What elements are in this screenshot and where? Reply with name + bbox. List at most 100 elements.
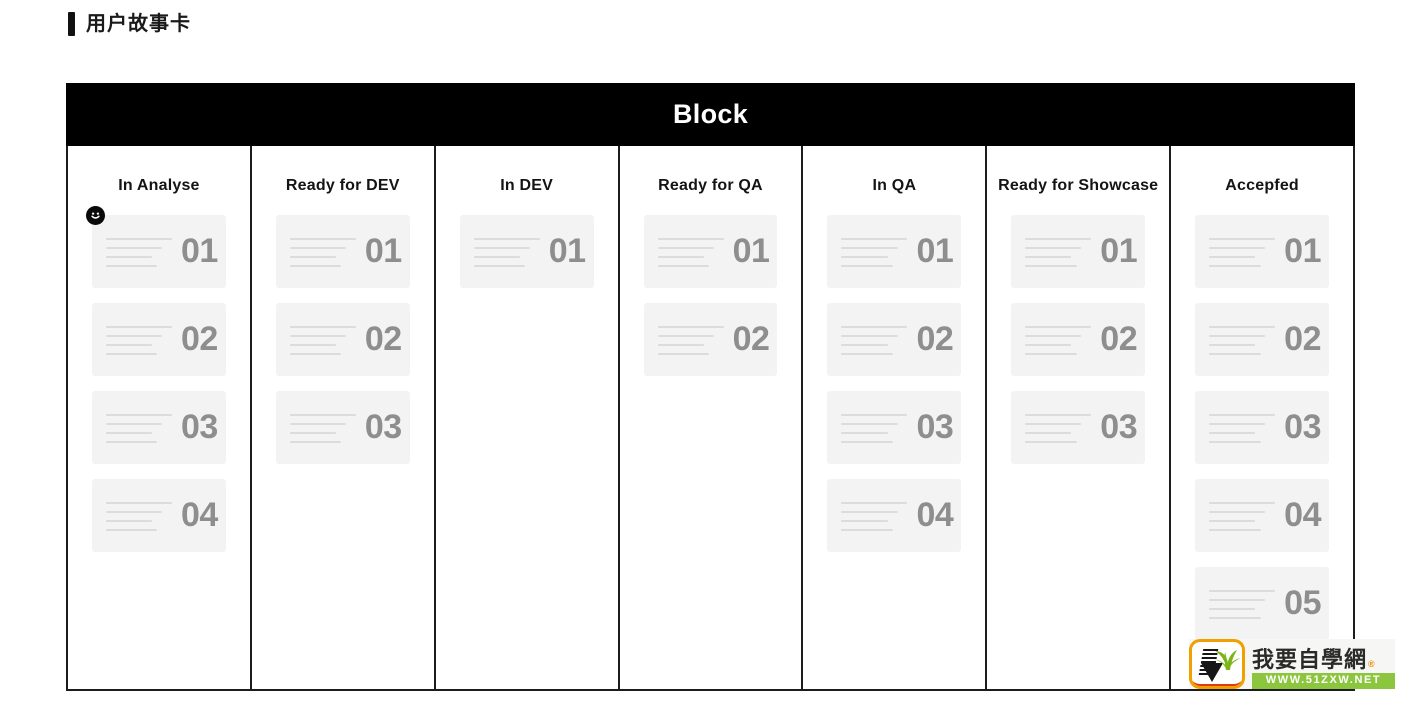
card-number: 03 xyxy=(1100,408,1138,447)
card-text-placeholder-lines xyxy=(106,236,172,267)
card-text-placeholder-lines xyxy=(1209,588,1276,619)
story-card[interactable]: 05 xyxy=(1195,566,1330,640)
card-text-placeholder-lines xyxy=(1025,236,1092,267)
card-text-placeholder-lines xyxy=(289,412,356,443)
card-stack: 01 02 xyxy=(620,214,802,376)
card-text-placeholder-lines xyxy=(1209,412,1276,443)
story-card[interactable]: 03 xyxy=(827,390,962,464)
plant-in-pot-logo-icon xyxy=(1189,639,1245,689)
card-number: 02 xyxy=(364,320,402,359)
card-text-placeholder-lines xyxy=(841,500,908,531)
watermark-brand-text: 我要自學網 xyxy=(1252,646,1368,672)
card-stack: 01 02 03 04 xyxy=(68,205,250,552)
card-number: 03 xyxy=(1284,408,1321,447)
board-header: Block xyxy=(66,83,1355,146)
story-card[interactable]: 01 xyxy=(643,214,778,288)
card-text-placeholder-lines xyxy=(841,324,908,355)
story-card[interactable]: 01 xyxy=(275,214,410,288)
card-number: 02 xyxy=(1284,320,1321,359)
card-text-placeholder-lines xyxy=(657,324,724,355)
card-number: 01 xyxy=(916,232,954,271)
card-number: 02 xyxy=(1100,320,1138,359)
card-text-placeholder-lines xyxy=(841,236,908,267)
story-card[interactable]: 02 xyxy=(827,302,962,376)
watermark-text-block: 我要自學網 ® WWW.51ZXW.NET xyxy=(1245,639,1395,689)
story-card[interactable]: 02 xyxy=(1195,302,1330,376)
board-column-ready-for-showcase[interactable]: Ready for Showcase 01 02 03 xyxy=(987,146,1172,689)
card-number: 01 xyxy=(181,232,218,271)
column-title: In DEV xyxy=(500,177,554,194)
card-number: 02 xyxy=(181,320,218,359)
card-number: 04 xyxy=(181,496,218,535)
story-card[interactable]: 02 xyxy=(1011,302,1146,376)
board-column-in-analyse[interactable]: In Analyse 01 02 03 04 xyxy=(68,146,252,689)
column-title: Ready for QA xyxy=(658,177,763,194)
story-card[interactable]: 03 xyxy=(1011,390,1146,464)
card-number: 04 xyxy=(916,496,954,535)
page-title: 用户故事卡 xyxy=(68,12,191,36)
card-text-placeholder-lines xyxy=(1209,236,1276,267)
watermark-url: WWW.51ZXW.NET xyxy=(1252,672,1395,689)
story-card[interactable]: 01 xyxy=(86,205,226,288)
card-stack: 01 02 03 xyxy=(252,214,434,464)
watermark-brand: 我要自學網 ® xyxy=(1252,648,1395,671)
story-card[interactable]: 04 xyxy=(92,478,226,552)
card-stack: 01 02 03 xyxy=(987,214,1169,464)
story-card[interactable]: 01 xyxy=(827,214,962,288)
card-text-placeholder-lines xyxy=(1209,324,1276,355)
board-columns: In Analyse 01 02 03 04 Ready for DEV 01 … xyxy=(68,146,1353,689)
card-text-placeholder-lines xyxy=(841,412,908,443)
card-text-placeholder-lines xyxy=(1025,324,1092,355)
board-column-in-qa[interactable]: In QA 01 02 03 04 xyxy=(803,146,988,689)
card-stack: 01 02 03 04 xyxy=(803,214,985,552)
story-card-board: Block In Analyse 01 02 03 04 Ready for D… xyxy=(66,83,1355,691)
card-text-placeholder-lines xyxy=(106,412,172,443)
story-card[interactable]: 04 xyxy=(1195,478,1330,552)
column-title: Accepfed xyxy=(1225,177,1299,194)
page-title-text: 用户故事卡 xyxy=(86,13,191,35)
card-number: 04 xyxy=(1284,496,1321,535)
card-number: 03 xyxy=(364,408,402,447)
card-stack: 01 xyxy=(436,214,618,288)
column-title: Ready for Showcase xyxy=(998,177,1159,194)
card-number: 01 xyxy=(548,232,586,271)
board-column-ready-for-dev[interactable]: Ready for DEV 01 02 03 xyxy=(252,146,436,689)
card-number: 03 xyxy=(916,408,954,447)
column-title: Ready for DEV xyxy=(285,177,400,194)
card-number: 03 xyxy=(181,408,218,447)
card-number: 01 xyxy=(364,232,402,271)
story-card[interactable]: 01 xyxy=(1195,214,1330,288)
card-text-placeholder-lines xyxy=(106,500,172,531)
card-number: 02 xyxy=(732,320,770,359)
card-text-placeholder-lines xyxy=(1209,500,1276,531)
board-column-in-dev[interactable]: In DEV 01 xyxy=(436,146,620,689)
smiley-face-cursor-icon xyxy=(86,205,105,225)
card-number: 01 xyxy=(1284,232,1321,271)
board-column-ready-for-qa[interactable]: Ready for QA 01 02 xyxy=(620,146,804,689)
story-card[interactable]: 03 xyxy=(92,390,226,464)
story-card[interactable]: 03 xyxy=(1195,390,1330,464)
story-card[interactable]: 02 xyxy=(92,302,226,376)
column-title: In Analyse xyxy=(118,177,200,194)
card-text-placeholder-lines xyxy=(657,236,724,267)
card-number: 02 xyxy=(916,320,954,359)
card-text-placeholder-lines xyxy=(106,324,172,355)
column-title: In QA xyxy=(872,177,917,194)
card-number: 01 xyxy=(732,232,770,271)
board-header-title: Block xyxy=(672,99,749,129)
story-card[interactable]: 03 xyxy=(275,390,410,464)
story-card[interactable]: 02 xyxy=(643,302,778,376)
card-stack: 01 02 03 04 05 xyxy=(1171,214,1353,640)
story-card[interactable]: 02 xyxy=(275,302,410,376)
story-card[interactable]: 01 xyxy=(459,214,594,288)
card-text-placeholder-lines xyxy=(289,324,356,355)
card-number: 05 xyxy=(1284,584,1321,623)
card-text-placeholder-lines xyxy=(473,236,540,267)
card-text-placeholder-lines xyxy=(1025,412,1092,443)
story-card[interactable]: 04 xyxy=(827,478,962,552)
board-column-accepfed[interactable]: Accepfed 01 02 03 04 05 xyxy=(1171,146,1353,689)
title-accent-bar xyxy=(68,12,75,36)
story-card[interactable]: 01 xyxy=(1011,214,1146,288)
registered-mark-icon: ® xyxy=(1368,658,1376,669)
card-number: 01 xyxy=(1100,232,1138,271)
